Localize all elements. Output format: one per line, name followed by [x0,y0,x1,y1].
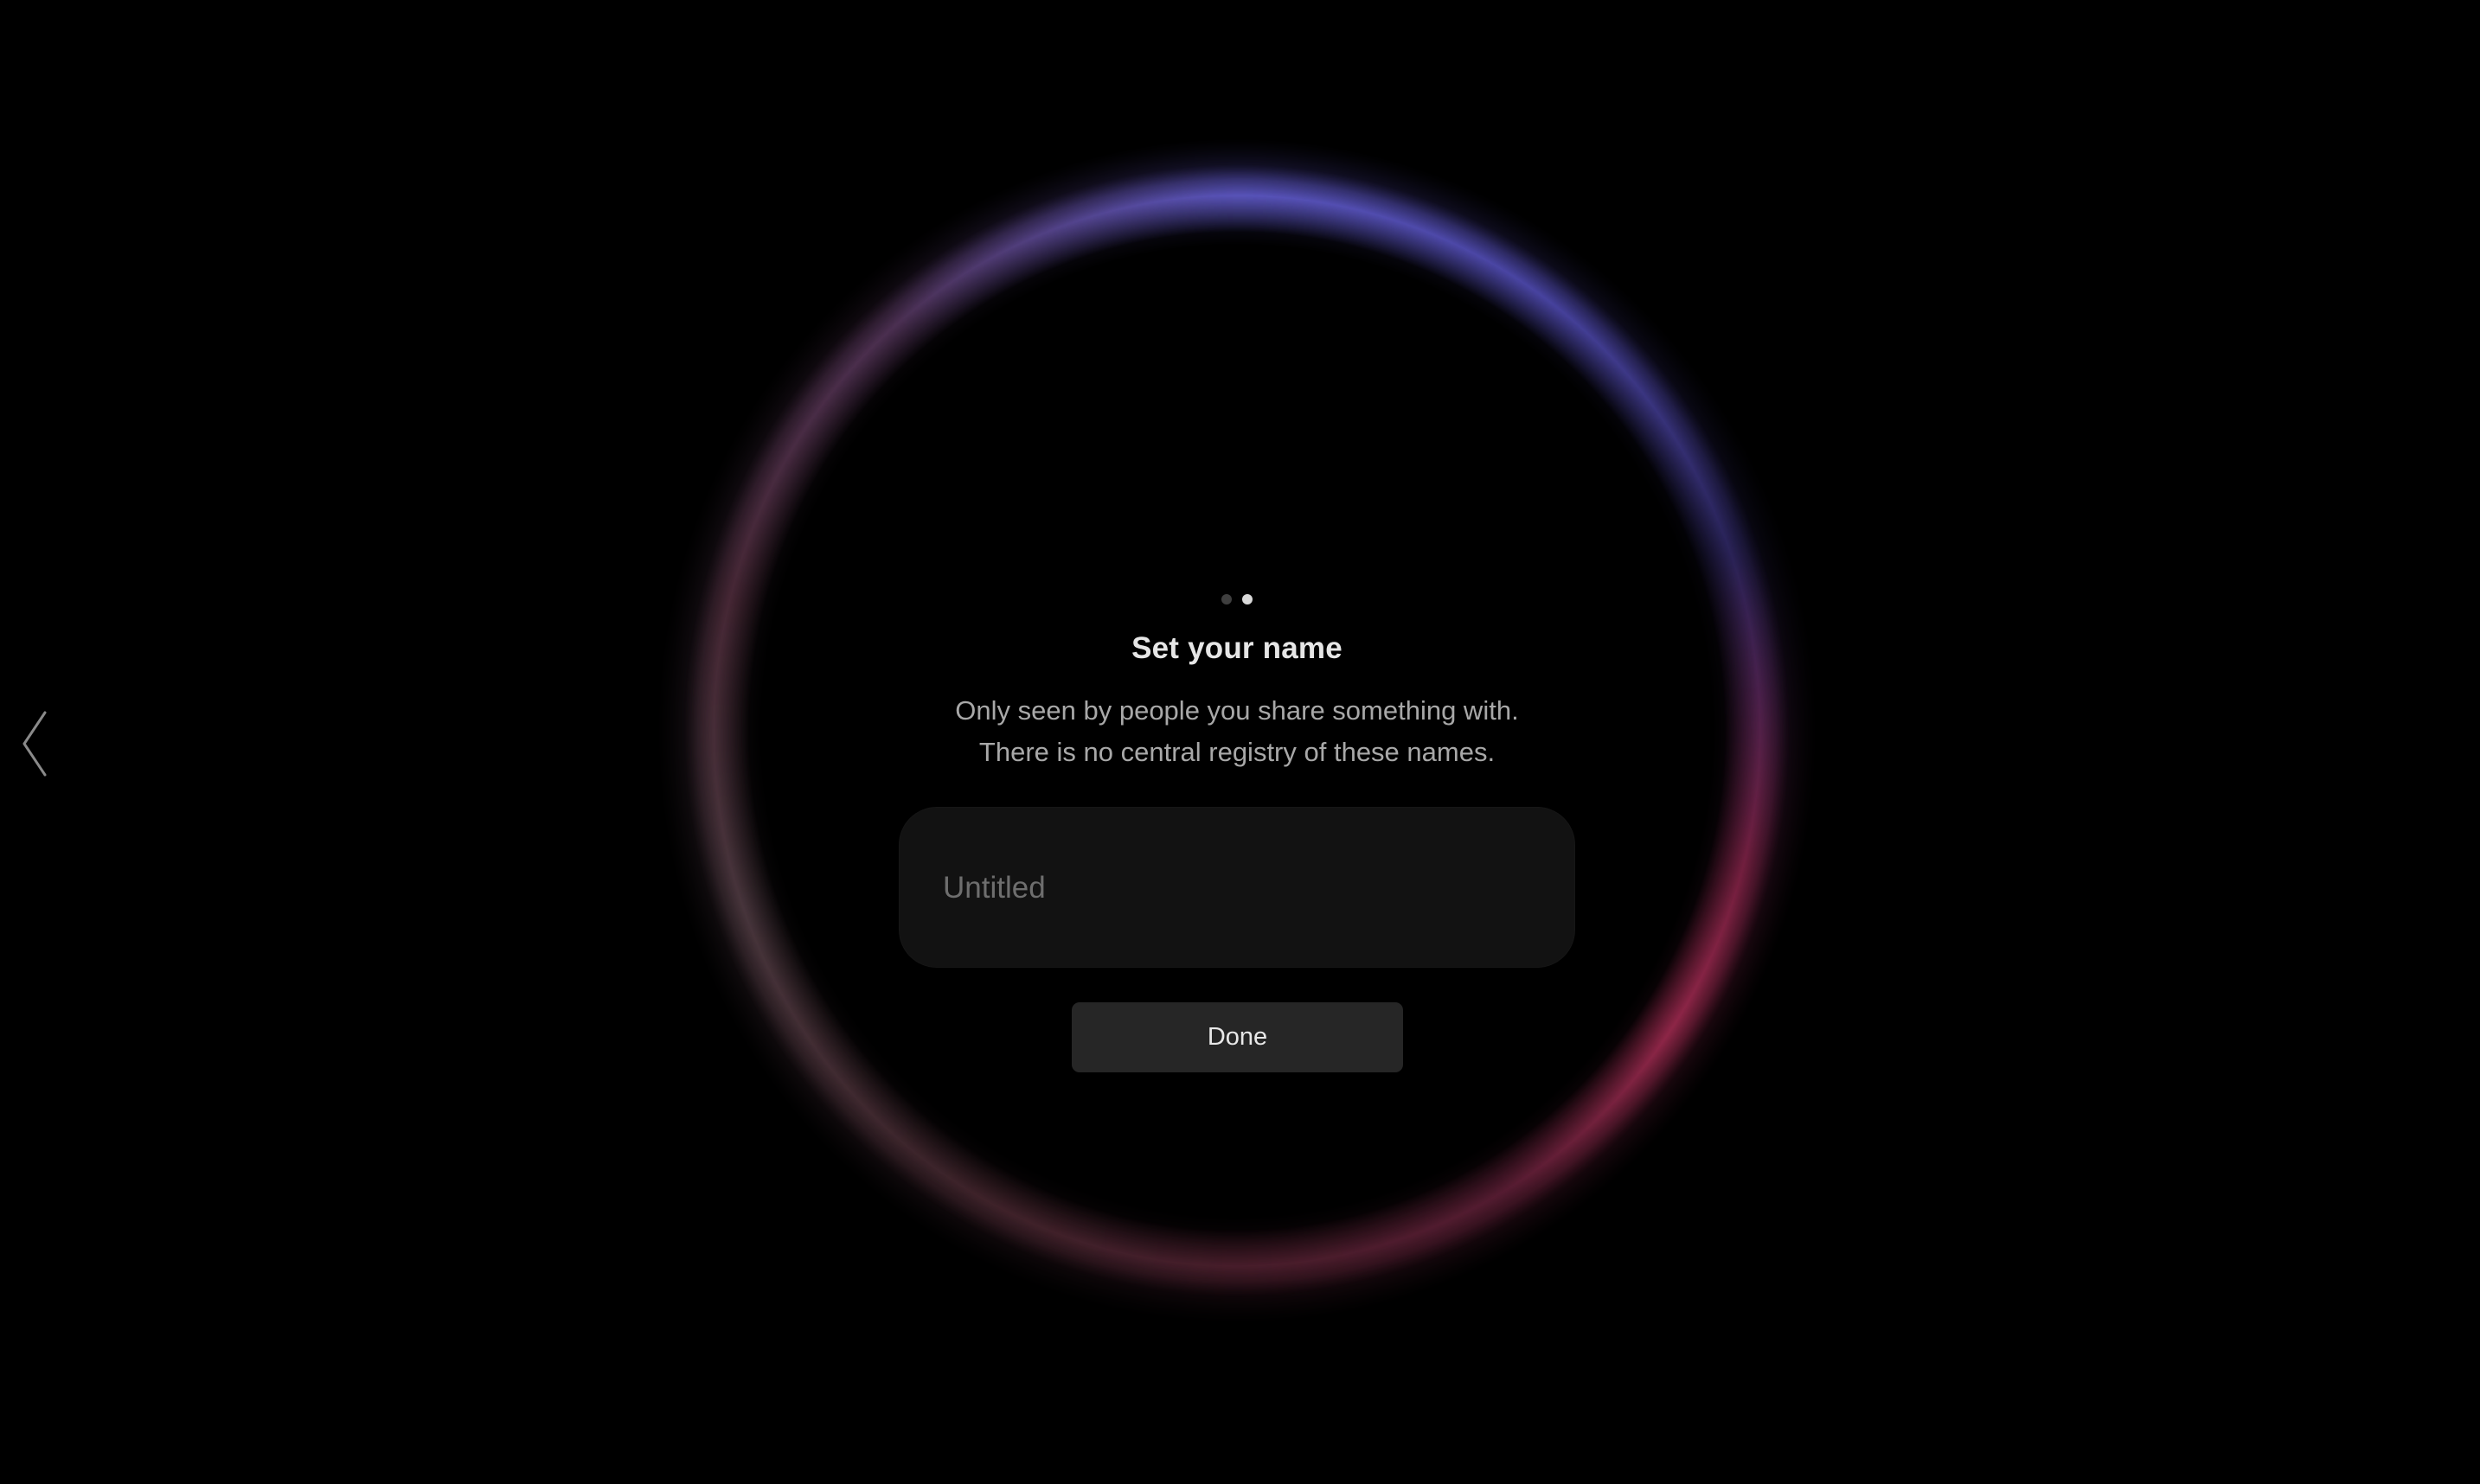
done-button[interactable]: Done [1072,1002,1403,1072]
step-dot-1[interactable] [1221,594,1232,604]
page-title: Set your name [1131,631,1343,665]
name-dialog: Set your name Only seen by people you sh… [891,588,1583,1090]
description-line-1: Only seen by people you share something … [955,695,1519,726]
name-input[interactable] [943,808,1531,969]
onboarding-screen: Set your name Only seen by people you sh… [0,0,2480,1484]
step-indicator [891,594,1583,606]
description: Only seen by people you share something … [891,690,1583,773]
back-button[interactable] [19,709,54,778]
chevron-left-icon [22,711,47,777]
name-field[interactable] [899,807,1575,969]
description-line-2: There is no central registry of these na… [978,737,1496,767]
step-dot-2[interactable] [1242,594,1253,604]
